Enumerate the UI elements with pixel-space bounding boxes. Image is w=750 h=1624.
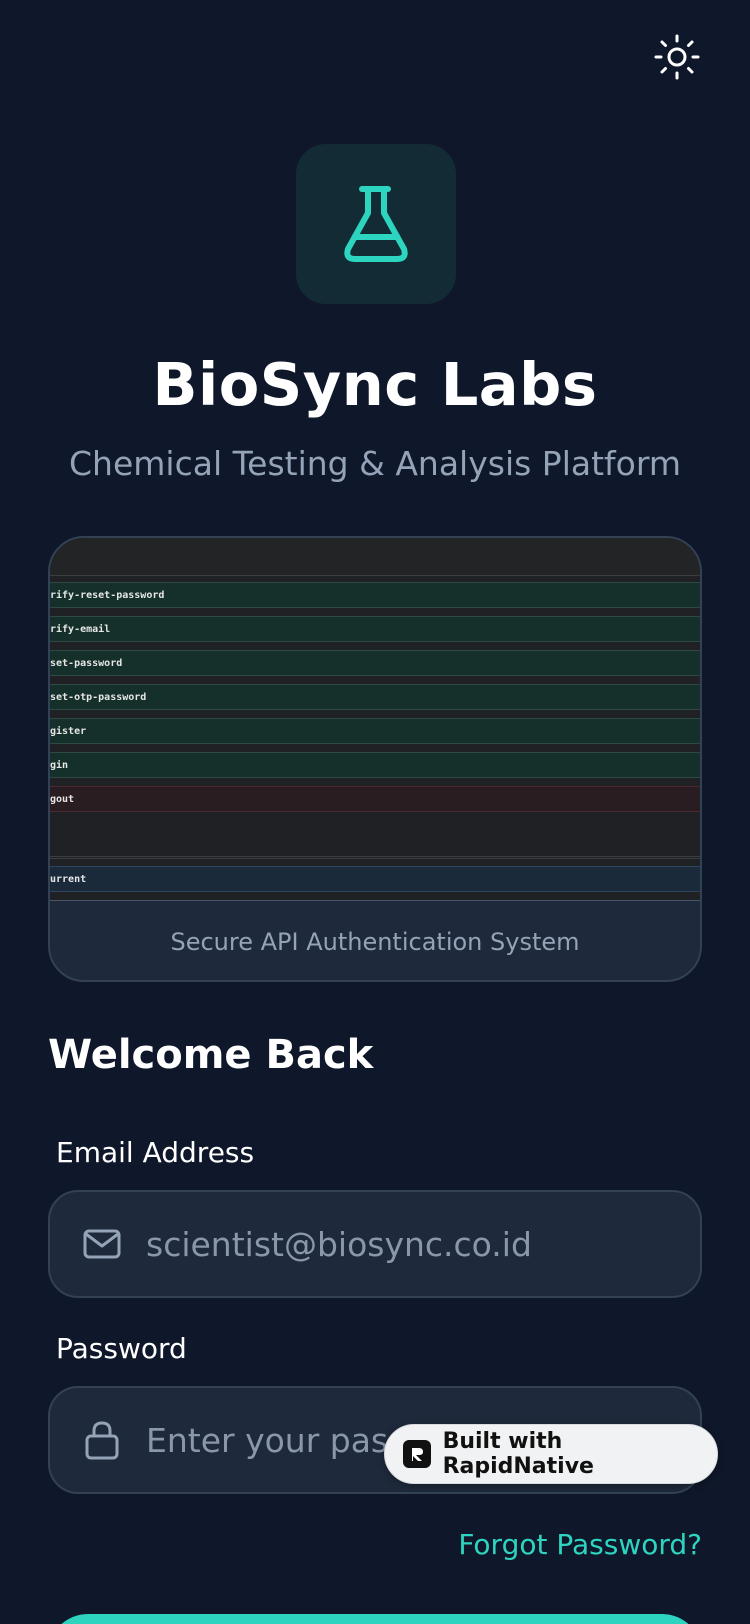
api-routes-screenshot: rify-reset-password rify-email set-passw… [50,538,700,900]
preview-caption: Secure API Authentication System [50,900,700,980]
rapidnative-badge-label: Built with RapidNative [442,1429,594,1479]
sun-icon [654,34,700,80]
route-row: urrent [50,866,700,892]
app-title: BioSync Labs [152,350,598,419]
welcome-heading: Welcome Back [48,1032,374,1078]
screenshot-topbar [50,538,700,576]
mail-icon [82,1224,122,1264]
route-row: rify-reset-password [50,582,700,608]
route-row: gin [50,752,700,778]
email-label: Email Address [56,1136,255,1169]
rapidnative-logo-icon [403,1440,431,1468]
login-screen: BioSync Labs Chemical Testing & Analysis… [0,0,750,1624]
forgot-password-link[interactable]: Forgot Password? [458,1528,702,1561]
sign-in-button[interactable] [48,1614,702,1624]
api-preview-card: rify-reset-password rify-email set-passw… [48,536,702,982]
route-row: rify-email [50,616,700,642]
route-row: gout [50,786,700,812]
flask-icon [344,186,408,262]
email-field[interactable] [48,1190,702,1298]
screenshot-divider [50,856,700,859]
lock-icon [82,1420,122,1460]
app-logo [296,144,456,304]
rapidnative-badge[interactable]: Built with RapidNative [384,1424,718,1484]
route-row: set-otp-password [50,684,700,710]
password-label: Password [56,1332,187,1365]
route-row: set-password [50,650,700,676]
route-row: gister [50,718,700,744]
app-subtitle: Chemical Testing & Analysis Platform [69,444,681,483]
theme-toggle-button[interactable] [652,32,702,82]
email-input[interactable] [146,1224,646,1264]
